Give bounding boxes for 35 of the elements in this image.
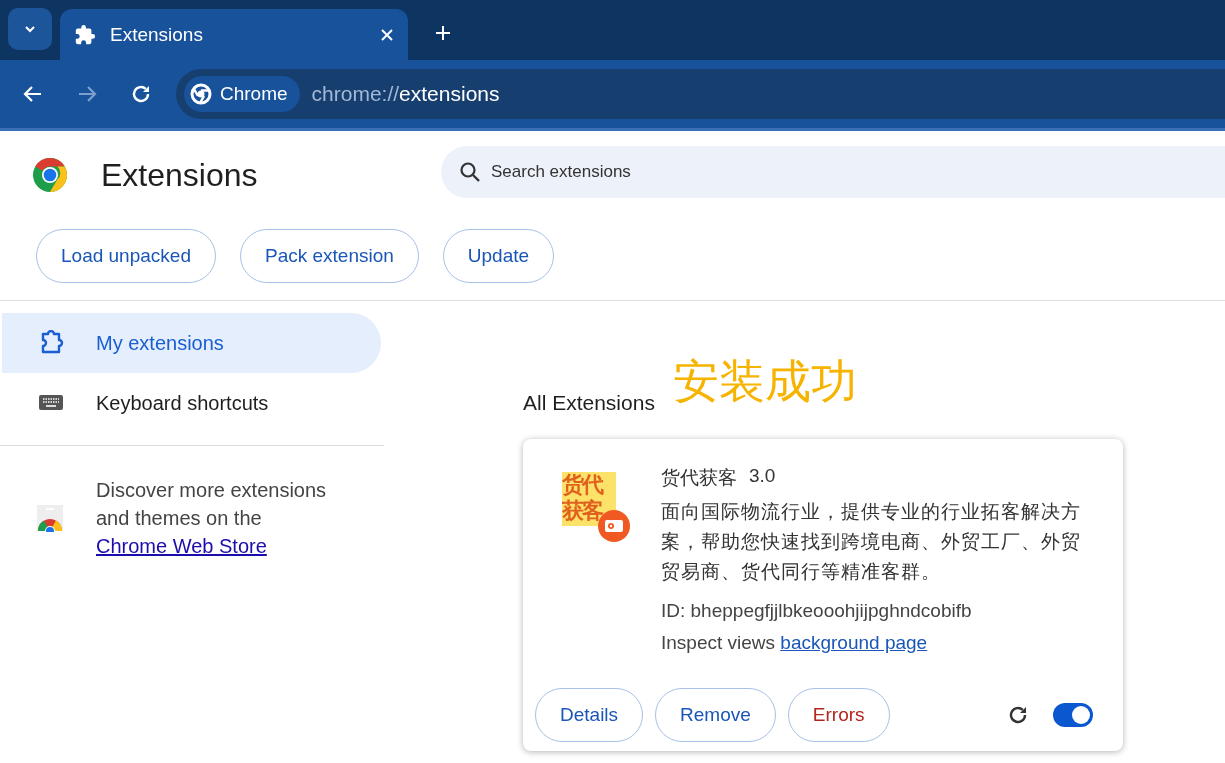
chrome-logo-icon xyxy=(32,157,68,193)
card-button[interactable]: Remove xyxy=(655,688,776,742)
action-button[interactable]: Pack extension xyxy=(239,229,419,283)
card-button[interactable]: Details xyxy=(535,688,644,742)
address-bar[interactable]: Chrome chrome://extensions xyxy=(176,69,1225,119)
extension-id: ID: bheppegfjjlbkeooohjijpghndcobifb xyxy=(661,599,973,623)
site-chip[interactable]: Chrome xyxy=(184,76,300,112)
sidebar-item[interactable]: My extensions xyxy=(2,313,381,373)
puzzle-icon xyxy=(74,23,96,46)
action-button[interactable]: Update xyxy=(442,229,555,283)
sidebar-item[interactable]: Keyboard shortcuts xyxy=(2,373,381,433)
web-store-icon xyxy=(36,504,64,532)
background-page-link[interactable]: background page xyxy=(780,632,928,653)
page-title: Extensions xyxy=(101,156,259,194)
section-heading: All Extensions xyxy=(523,391,655,415)
extension-name: 货代获客 xyxy=(661,466,737,490)
web-store-link[interactable]: Chrome Web Store xyxy=(96,535,267,557)
extension-logo: 货代获客 xyxy=(562,472,632,544)
extension-version: 3.0 xyxy=(749,465,776,488)
inspect-views-label: Inspect views xyxy=(661,632,777,653)
close-icon[interactable] xyxy=(380,27,394,42)
browser-tab[interactable]: Extensions xyxy=(60,9,408,60)
install-success-annotation: 安装成功 xyxy=(672,354,857,409)
enable-toggle[interactable] xyxy=(1053,703,1093,727)
action-button[interactable]: Load unpacked xyxy=(36,229,216,283)
url-text: chrome://extensions xyxy=(311,82,500,106)
reload-icon[interactable] xyxy=(130,83,152,105)
chrome-icon xyxy=(190,83,212,105)
store-promo-text: Discover more extensions and themes on the Chrome Web Store xyxy=(96,478,328,559)
reload-icon[interactable] xyxy=(1007,704,1029,726)
extension-description: 面向国际物流行业，提供专业的行业拓客解决方案，帮助您快速找到跨境电商、外贸工厂、外贸贸易商、货代同行等精准客群。 xyxy=(661,500,1082,584)
errors-button[interactable]: Errors xyxy=(787,688,890,742)
keyboard-icon xyxy=(38,393,64,413)
search-field[interactable]: Search extensions xyxy=(441,146,1225,198)
new-tab-icon[interactable] xyxy=(434,24,452,42)
